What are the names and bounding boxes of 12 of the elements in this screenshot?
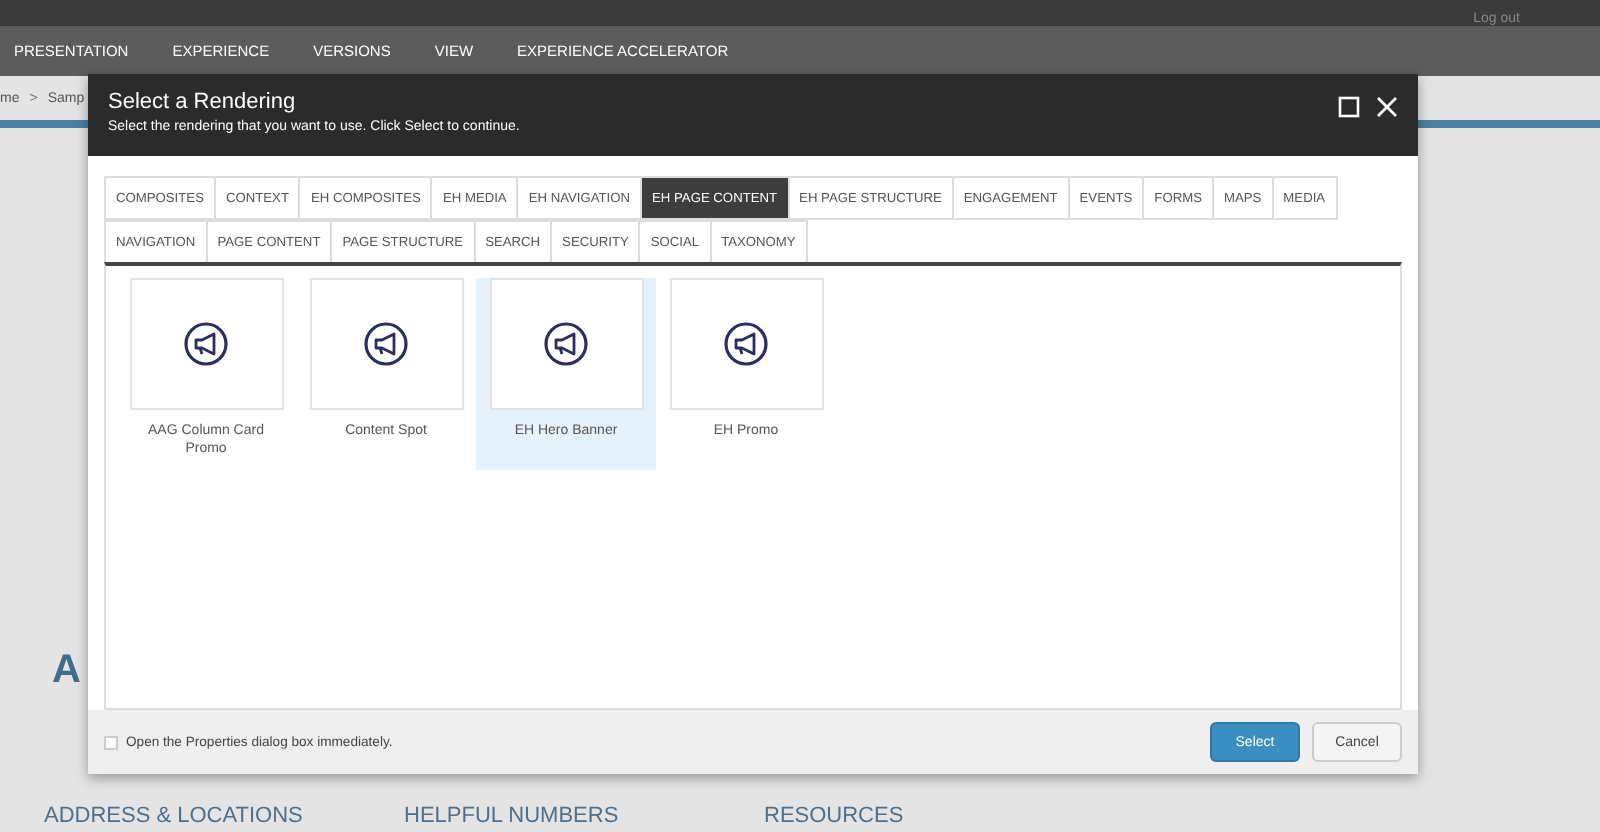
section-heading: HELPFUL NUMBERS (404, 804, 621, 828)
megaphone-icon (724, 322, 768, 366)
section-heading: RESOURCES (764, 804, 906, 828)
megaphone-icon (544, 322, 588, 366)
page-heading: A (52, 648, 81, 694)
section-heading: ADDRESS & LOCATIONS (44, 804, 305, 828)
close-icon[interactable] (1376, 96, 1398, 118)
checkbox[interactable] (104, 735, 118, 749)
dialog-title: Select a Rendering (108, 90, 298, 114)
megaphone-icon (364, 322, 408, 366)
maximize-icon[interactable] (1338, 96, 1360, 118)
megaphone-icon (184, 322, 228, 366)
